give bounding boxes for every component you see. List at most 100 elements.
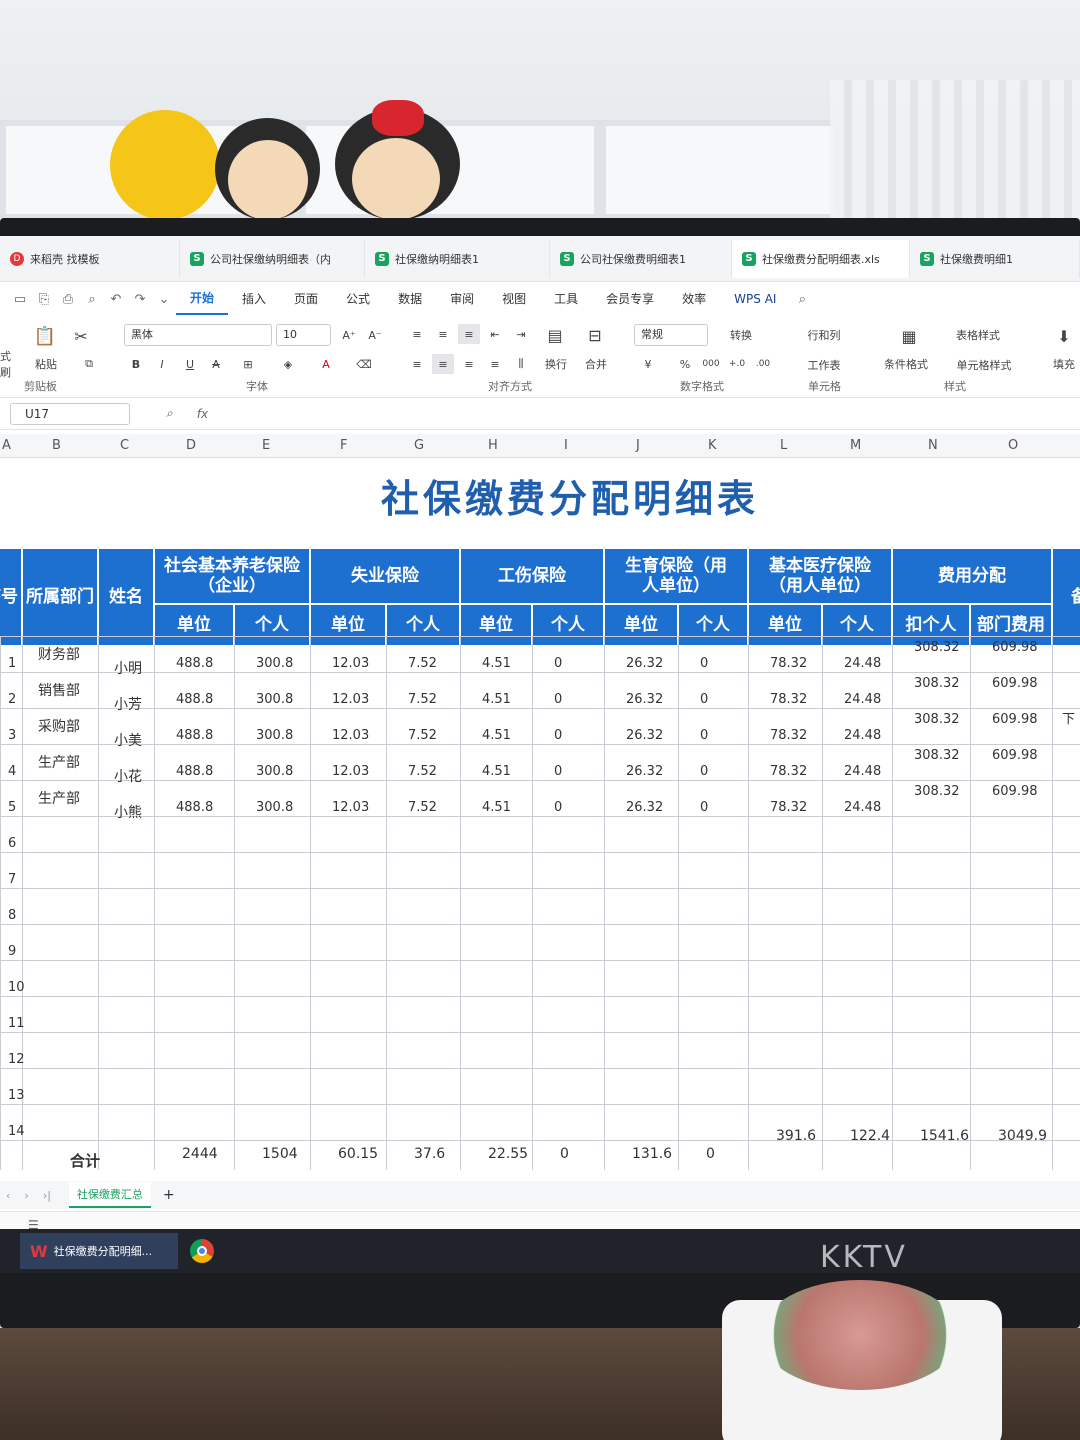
row-number[interactable]: 4 [8,764,16,779]
sheet-tab[interactable]: 社保缴费汇总 [68,1182,151,1208]
dept-cell[interactable]: 销售部 [38,680,80,700]
bold-icon[interactable]: B [126,354,146,374]
subheader-unit[interactable]: 单位 [460,604,532,646]
value-cell[interactable]: 7.52 [408,764,437,779]
indent-decrease-icon[interactable]: ⇤ [484,324,506,344]
convert-button[interactable]: 转换 [714,324,768,346]
value-cell[interactable]: 12.03 [332,800,369,815]
value-cell[interactable]: 78.32 [770,656,807,671]
value-cell[interactable]: 308.32 [914,676,960,691]
subheader-unit[interactable]: 单位 [604,604,678,646]
total-cell[interactable]: 22.55 [488,1146,528,1162]
menu-member[interactable]: 会员专享 [592,284,668,314]
value-cell[interactable]: 609.98 [992,712,1038,727]
value-cell[interactable]: 78.32 [770,692,807,707]
cell-style-button[interactable]: 单元格样式 [940,354,1028,376]
value-cell[interactable]: 609.98 [992,676,1038,691]
subheader-personal[interactable]: 个人 [386,604,460,646]
value-cell[interactable]: 0 [700,692,708,707]
subheader-personal[interactable]: 个人 [822,604,892,646]
total-cell[interactable]: 131.6 [632,1146,672,1162]
total-cell[interactable]: 37.6 [414,1146,445,1162]
total-cell[interactable]: 3049.9 [998,1128,1047,1144]
wrap-text-icon[interactable]: ▤ [540,324,570,346]
value-cell[interactable]: 308.32 [914,712,960,727]
value-cell[interactable]: 0 [554,656,562,671]
value-cell[interactable]: 300.8 [256,656,293,671]
header-name[interactable]: 姓名 [98,548,154,646]
paste-button[interactable]: 粘贴 [26,354,66,374]
total-cell[interactable]: 1541.6 [920,1128,969,1144]
conditional-format-icon[interactable]: ▦ [894,324,924,348]
tab-docer[interactable]: D 来稻壳 找模板 [0,239,180,278]
dept-cell[interactable]: 生产部 [38,752,80,772]
add-sheet-button[interactable]: + [163,1187,175,1203]
align-bottom-icon[interactable]: ≡ [458,324,480,344]
name-cell[interactable]: 小美 [114,730,142,750]
strikethrough-icon[interactable]: A [206,354,226,374]
thousands-icon[interactable]: 000 [700,354,722,374]
header-unemployment[interactable]: 失业保险 [310,548,460,604]
value-cell[interactable]: 24.48 [844,728,881,743]
value-cell[interactable]: 308.32 [914,640,960,655]
sheet-title[interactable]: 社保缴费分配明细表 [0,468,1080,523]
value-cell[interactable]: 78.32 [770,764,807,779]
print-icon[interactable]: ⎙ [56,292,80,307]
total-cell[interactable]: 60.15 [338,1146,378,1162]
value-cell[interactable]: 488.8 [176,800,213,815]
copy-icon[interactable]: ⧉ [74,354,104,374]
value-cell[interactable]: 24.48 [844,656,881,671]
dept-cell[interactable]: 采购部 [38,716,80,736]
subheader-unit[interactable]: 单位 [748,604,822,646]
function-icon[interactable]: fx [197,407,208,421]
cut-icon[interactable]: ✂ [66,322,96,350]
value-cell[interactable]: 300.8 [256,800,293,815]
row-number[interactable]: 6 [8,836,16,851]
total-cell[interactable]: 1504 [262,1146,298,1162]
total-cell[interactable]: 122.4 [850,1128,890,1144]
value-cell[interactable]: 4.51 [482,728,511,743]
menu-review[interactable]: 审阅 [436,284,488,314]
value-cell[interactable]: 24.48 [844,764,881,779]
value-cell[interactable]: 0 [700,728,708,743]
dept-cell[interactable]: 财务部 [38,644,80,664]
subheader-personal[interactable]: 个人 [234,604,310,646]
distribute-icon[interactable]: ⫼ [510,354,532,374]
first-sheet-icon[interactable]: ‹ [6,1189,10,1202]
align-right-icon[interactable]: ≡ [458,354,480,374]
row-number[interactable]: 5 [8,800,16,815]
value-cell[interactable]: 0 [700,656,708,671]
name-cell[interactable]: 小明 [114,658,142,678]
column-header[interactable]: J [636,438,640,453]
value-cell[interactable]: 12.03 [332,764,369,779]
wrap-text-button[interactable]: 换行 [540,354,572,374]
value-cell[interactable]: 7.52 [408,656,437,671]
italic-icon[interactable]: I [152,354,172,374]
fill-color-icon[interactable]: ◈ [276,354,300,374]
tab-file[interactable]: S 公司社保缴费明细表1 [550,239,732,278]
value-cell[interactable]: 7.52 [408,728,437,743]
decimal-increase-icon[interactable]: +.0 [726,354,748,374]
undo-icon[interactable]: ↶ [104,292,128,307]
chevron-down-icon[interactable]: ⌄ [152,292,176,307]
row-number[interactable]: 2 [8,692,16,707]
row-number[interactable]: 14 [8,1124,25,1139]
value-cell[interactable]: 26.32 [626,800,663,815]
total-cell[interactable]: 391.6 [776,1128,816,1144]
value-cell[interactable]: 308.32 [914,784,960,799]
menu-home[interactable]: 开始 [176,283,229,315]
row-number[interactable]: 12 [8,1052,25,1067]
row-number[interactable]: 1 [8,656,16,671]
value-cell[interactable]: 0 [700,800,708,815]
value-cell[interactable]: 308.32 [914,748,960,763]
chrome-icon[interactable] [190,1239,214,1263]
value-cell[interactable]: 300.8 [256,728,293,743]
value-cell[interactable]: 7.52 [408,692,437,707]
format-brush-label[interactable]: 式刷 [0,350,20,379]
value-cell[interactable]: 4.51 [482,692,511,707]
total-cell[interactable]: 0 [560,1146,569,1162]
column-header[interactable]: L [780,438,787,453]
menu-page[interactable]: 页面 [280,284,332,314]
header-maternity[interactable]: 生育保险（用人单位） [604,548,748,604]
name-box[interactable]: U17 [10,402,130,425]
